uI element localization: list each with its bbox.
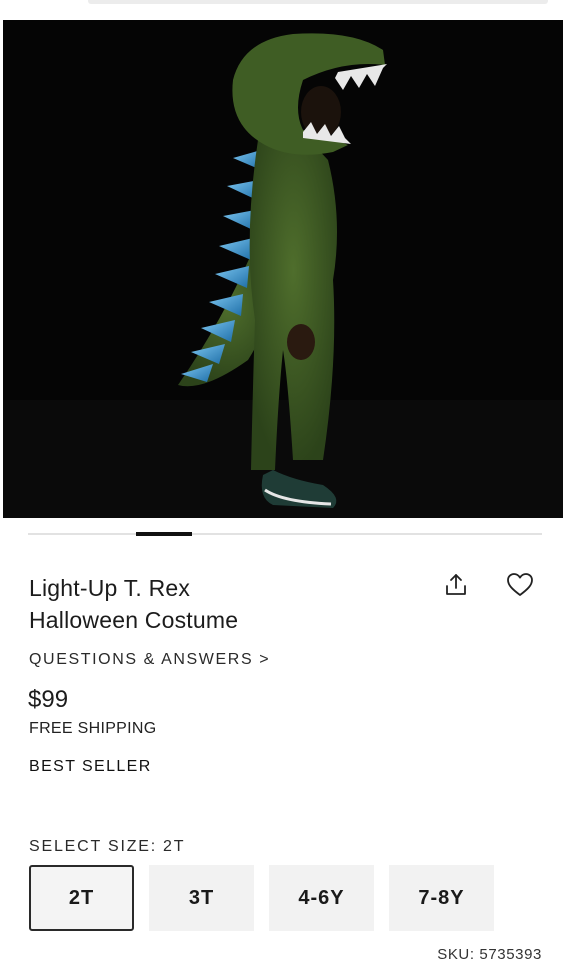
share-icon	[446, 574, 466, 595]
product-sku: SKU: 5735393	[437, 946, 542, 960]
costume-illustration	[3, 20, 563, 518]
shipping-info: FREE SHIPPING	[29, 720, 157, 737]
product-image[interactable]	[3, 20, 563, 518]
selected-size-value: 2T	[163, 838, 186, 855]
carousel-track[interactable]	[28, 533, 542, 535]
questions-answers-link[interactable]: QUESTIONS & ANSWERS >	[29, 651, 270, 669]
carousel-active-indicator	[136, 532, 192, 536]
size-option-4-6y[interactable]: 4-6Y	[269, 865, 374, 931]
product-page: Light-Up T. Rex Halloween Costume QUESTI…	[0, 0, 563, 960]
size-selector-label: SELECT SIZE: 2T	[29, 838, 185, 856]
product-title-line1: Light-Up T. Rex	[29, 575, 191, 601]
size-option-3t[interactable]: 3T	[149, 865, 254, 931]
size-label-text: SELECT SIZE:	[29, 838, 158, 855]
size-option-7-8y[interactable]: 7-8Y	[389, 865, 494, 931]
product-title: Light-Up T. Rex Halloween Costume	[29, 572, 409, 636]
size-option-2t[interactable]: 2T	[29, 865, 134, 931]
share-button[interactable]	[440, 569, 472, 601]
heart-icon	[507, 573, 533, 596]
best-seller-badge: BEST SELLER	[29, 758, 152, 775]
top-bar-remnant	[88, 0, 548, 4]
product-price: $99	[28, 686, 69, 713]
favorite-button[interactable]	[504, 569, 536, 601]
product-title-line2: Halloween Costume	[29, 607, 239, 633]
